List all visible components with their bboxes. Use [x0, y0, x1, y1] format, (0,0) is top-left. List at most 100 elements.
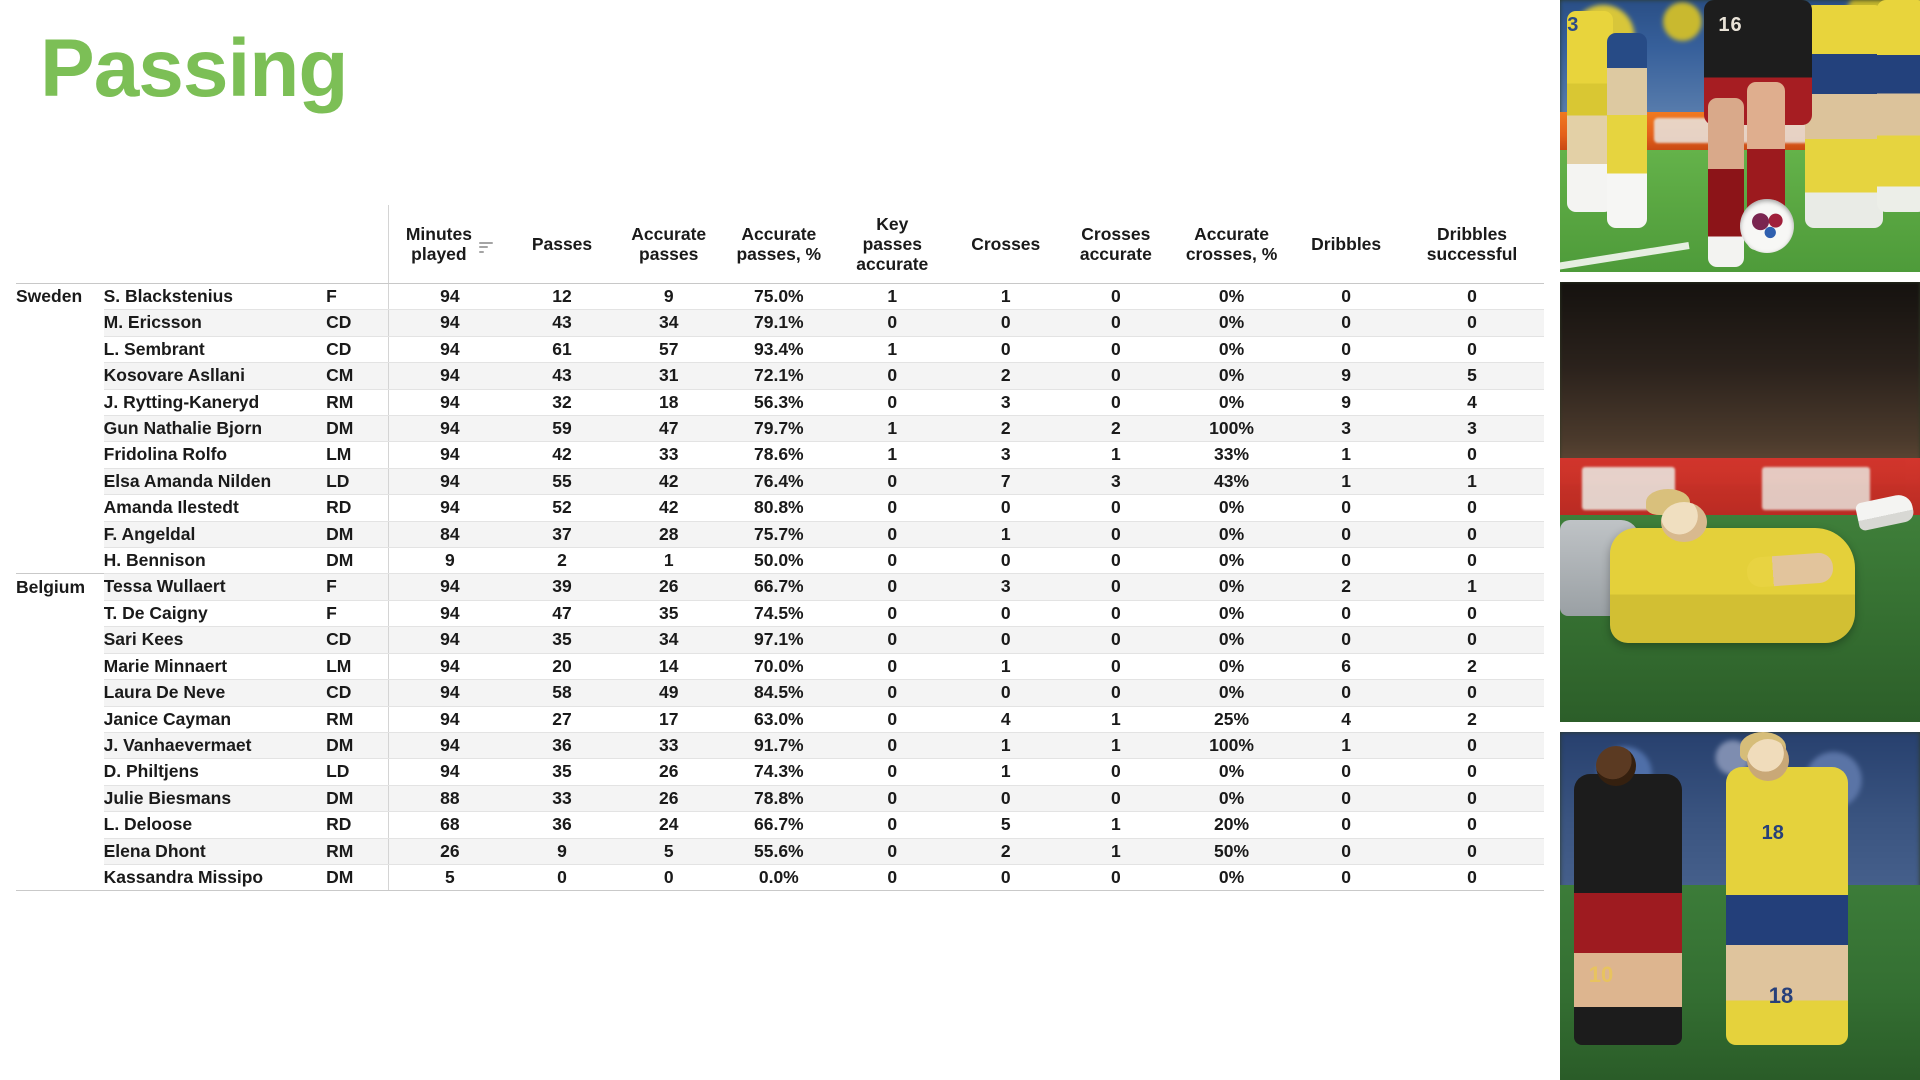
cell-minutes: 94	[388, 362, 511, 390]
cell-dribsucc: 0	[1400, 811, 1544, 839]
table-row[interactable]: Kassandra Missipo DM 5 0 0 0.0% 0 0 0 0% 0 0	[16, 864, 1544, 892]
cell-player-name[interactable]: S. Blackstenius	[103, 282, 327, 311]
table-row[interactable]: J. Vanhaevermaet DM 94 36 33 91.7% 0 1 1 100% 1 0	[16, 732, 1544, 760]
header-passes[interactable]: Passes	[510, 205, 614, 284]
cell-passes: 12	[510, 282, 614, 311]
cell-player-name[interactable]: Amanda Ilestedt	[103, 494, 327, 522]
table-row[interactable]: T. De Caigny F 94 47 35 74.5% 0 0 0 0% 0 0	[16, 600, 1544, 628]
cell-player-name[interactable]: Kosovare Asllani	[103, 362, 327, 390]
cell-key: 0	[833, 838, 951, 865]
cell-team	[16, 653, 104, 679]
cell-position: LM	[326, 441, 389, 469]
cell-player-name[interactable]: Tessa Wullaert	[103, 573, 327, 601]
cell-dribbles: 3	[1292, 415, 1401, 443]
cell-dribsucc: 0	[1400, 679, 1544, 707]
table-row[interactable]: Belgium Tessa Wullaert F 94 39 26 66.7% 0 3 0 0% 2 1	[16, 573, 1544, 601]
cell-player-name[interactable]: Elena Dhont	[103, 838, 327, 865]
cell-player-name[interactable]: T. De Caigny	[103, 600, 327, 628]
cell-dribbles: 0	[1292, 600, 1401, 628]
table-row[interactable]: Gun Nathalie Bjorn DM 94 59 47 79.7% 1 2 2 100% 3 3	[16, 415, 1544, 443]
cell-crosspct: 0%	[1170, 494, 1293, 522]
table-row[interactable]: Julie Biesmans DM 88 33 26 78.8% 0 0 0 0% 0 0	[16, 785, 1544, 813]
table-row[interactable]: Elena Dhont RM 26 9 5 55.6% 0 2 1 50% 0 0	[16, 838, 1544, 865]
cell-player-name[interactable]: J. Vanhaevermaet	[103, 732, 327, 760]
table-row[interactable]: Sari Kees CD 94 35 34 97.1% 0 0 0 0% 0 0	[16, 626, 1544, 654]
header-dribbles-successful[interactable]: Dribbles successful	[1400, 205, 1544, 284]
table-row[interactable]: Marie Minnaert LM 94 20 14 70.0% 0 1 0 0% 6 2	[16, 653, 1544, 681]
cell-dribbles: 0	[1292, 785, 1401, 813]
table-row[interactable]: L. Sembrant CD 94 61 57 93.4% 1 0 0 0% 0 0	[16, 336, 1544, 364]
cell-player-name[interactable]: D. Philtjens	[103, 758, 327, 786]
cell-player-name[interactable]: Fridolina Rolfo	[103, 441, 327, 469]
table-row[interactable]: Elsa Amanda Nilden LD 94 55 42 76.4% 0 7 3 43% 1 1	[16, 468, 1544, 496]
cell-player-name[interactable]: Sari Kees	[103, 626, 327, 654]
cell-player-name[interactable]: Janice Cayman	[103, 706, 327, 733]
cell-minutes: 94	[388, 706, 511, 733]
cell-position: LD	[326, 468, 389, 496]
table-row[interactable]: Fridolina Rolfo LM 94 42 33 78.6% 1 3 1 33% 1 0	[16, 441, 1544, 469]
header-accurate-passes[interactable]: Accurate passes	[613, 205, 724, 284]
cell-minutes: 94	[388, 758, 511, 786]
cell-player-name[interactable]: L. Deloose	[103, 811, 327, 839]
cell-accpct: 63.0%	[723, 706, 834, 733]
cell-key: 0	[833, 626, 951, 654]
cell-key: 1	[833, 415, 951, 443]
header-minutes-played[interactable]: Minutes played	[388, 205, 511, 284]
cell-dribbles: 0	[1292, 309, 1401, 337]
table-row[interactable]: F. Angeldal DM 84 37 28 75.7% 0 1 0 0% 0 0	[16, 521, 1544, 549]
cell-player-name[interactable]: Julie Biesmans	[103, 785, 327, 813]
cell-acc: 31	[613, 362, 724, 390]
table-row[interactable]: D. Philtjens LD 94 35 26 74.3% 0 1 0 0% 0 0	[16, 758, 1544, 786]
cell-position: RM	[326, 838, 389, 865]
table-row[interactable]: L. Deloose RD 68 36 24 66.7% 0 5 1 20% 0 0	[16, 811, 1544, 839]
cell-acc: 42	[613, 468, 724, 496]
header-accurate-crosses-pct[interactable]: Accurate crosses, %	[1170, 205, 1293, 284]
cell-position: CD	[326, 626, 389, 654]
cell-player-name[interactable]: L. Sembrant	[103, 336, 327, 364]
cell-crosses: 2	[950, 415, 1061, 443]
table-body: Sweden S. Blackstenius F 94 12 9 75.0% 1 1 0 0% 0 0 M…	[16, 282, 1544, 892]
table-row[interactable]: Sweden S. Blackstenius F 94 12 9 75.0% 1 1 0 0% 0 0	[16, 282, 1544, 311]
cell-player-name[interactable]: H. Bennison	[103, 547, 327, 575]
cell-crossacc: 1	[1060, 838, 1171, 865]
cell-acc: 42	[613, 494, 724, 522]
cell-player-name[interactable]: J. Rytting-Kaneryd	[103, 389, 327, 417]
cell-dribsucc: 0	[1400, 309, 1544, 337]
cell-player-name[interactable]: F. Angeldal	[103, 521, 327, 549]
header-accurate-passes-pct[interactable]: Accurate passes, %	[723, 205, 834, 284]
cell-position: LM	[326, 653, 389, 681]
cell-position: RD	[326, 494, 389, 522]
table-row[interactable]: M. Ericsson CD 94 43 34 79.1% 0 0 0 0% 0 0	[16, 309, 1544, 337]
header-key-passes-accurate[interactable]: Key passes accurate	[833, 205, 951, 284]
table-row[interactable]: J. Rytting-Kaneryd RM 94 32 18 56.3% 0 3 0 0% 9 4	[16, 389, 1544, 417]
cell-acc: 34	[613, 626, 724, 654]
header-crosses[interactable]: Crosses	[950, 205, 1061, 284]
cell-minutes: 94	[388, 600, 511, 628]
table-row[interactable]: Kosovare Asllani CM 94 43 31 72.1% 0 2 0 0% 9 5	[16, 362, 1544, 390]
cell-player-name[interactable]: M. Ericsson	[103, 309, 327, 337]
header-dribbles[interactable]: Dribbles	[1292, 205, 1401, 284]
cell-key: 1	[833, 441, 951, 469]
cell-player-name[interactable]: Laura De Neve	[103, 679, 327, 707]
cell-dribsucc: 2	[1400, 706, 1544, 733]
header-crosses-accurate[interactable]: Crosses accurate	[1060, 205, 1171, 284]
sort-descending-icon[interactable]	[478, 241, 494, 253]
cell-dribsucc: 0	[1400, 626, 1544, 654]
cell-player-name[interactable]: Gun Nathalie Bjorn	[103, 415, 327, 443]
table-row[interactable]: H. Bennison DM 9 2 1 50.0% 0 0 0 0% 0 0	[16, 547, 1544, 575]
header-crossacc-line1: Crosses	[1081, 223, 1151, 244]
cell-player-name[interactable]: Marie Minnaert	[103, 653, 327, 681]
table-row[interactable]: Janice Cayman RM 94 27 17 63.0% 0 4 1 25% 4 2	[16, 706, 1544, 733]
cell-crosses: 7	[950, 468, 1061, 496]
cell-player-name[interactable]: Kassandra Missipo	[103, 864, 327, 892]
cell-dribbles: 1	[1292, 732, 1401, 760]
cell-crossacc: 0	[1060, 521, 1171, 549]
cell-dribsucc: 0	[1400, 838, 1544, 865]
cell-passes: 32	[510, 389, 614, 417]
cell-dribsucc: 0	[1400, 521, 1544, 549]
cell-player-name[interactable]: Elsa Amanda Nilden	[103, 468, 327, 496]
cell-dribsucc: 3	[1400, 415, 1544, 443]
table-row[interactable]: Amanda Ilestedt RD 94 52 42 80.8% 0 0 0 0% 0 0	[16, 494, 1544, 522]
cell-dribbles: 1	[1292, 441, 1401, 469]
table-row[interactable]: Laura De Neve CD 94 58 49 84.5% 0 0 0 0% 0 0	[16, 679, 1544, 707]
